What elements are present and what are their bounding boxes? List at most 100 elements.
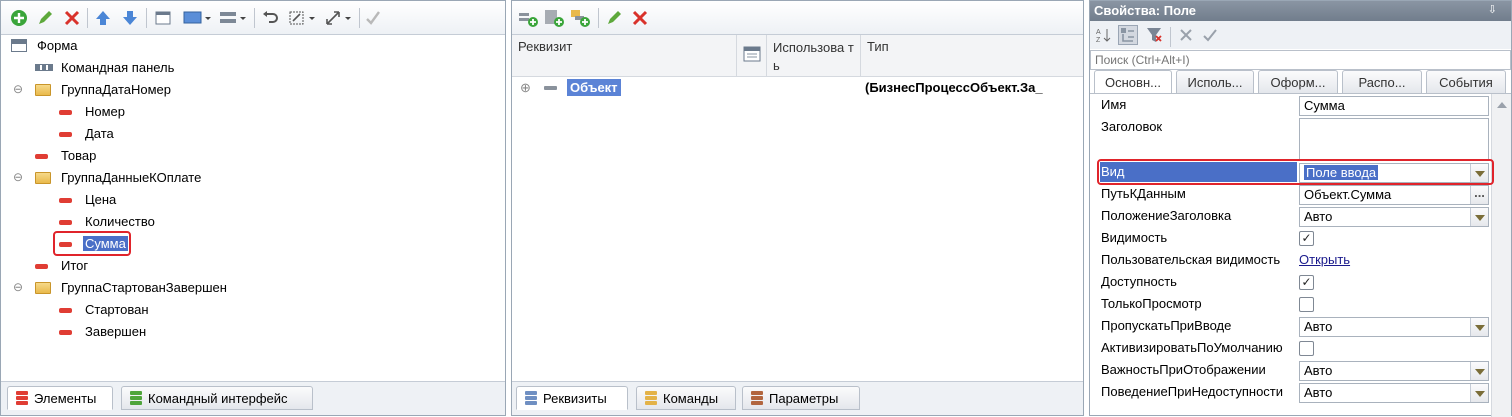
add-icon[interactable] xyxy=(9,8,29,28)
add-folder-icon[interactable] xyxy=(570,8,590,28)
attribute-row[interactable]: ⊕ Объект (БизнесПроцессОбъект.За_ xyxy=(512,77,1083,99)
elements-tab-icon xyxy=(16,391,28,405)
layout-icon[interactable] xyxy=(219,8,249,28)
edit-icon[interactable] xyxy=(604,8,624,28)
properties-tab[interactable]: Основн... xyxy=(1094,70,1172,94)
property-checkbox[interactable]: ✓ xyxy=(1299,275,1314,290)
display-icon[interactable] xyxy=(183,8,213,28)
property-input[interactable] xyxy=(1299,118,1489,161)
sort-alphabetical-icon[interactable]: AZ xyxy=(1094,25,1114,45)
move-down-icon[interactable] xyxy=(120,8,140,28)
tab-elements[interactable]: Элементы xyxy=(7,386,113,410)
scroll-up-arrow[interactable] xyxy=(1497,102,1507,108)
column-header-type[interactable]: Тип xyxy=(861,35,1083,77)
property-select[interactable]: Авто xyxy=(1299,317,1489,337)
property-row: Имя Сумма xyxy=(1090,94,1490,116)
delete-icon[interactable] xyxy=(630,8,650,28)
folder-icon xyxy=(35,84,51,96)
properties-grid: Имя Сумма Заголовок Вид Поле ввода ПутьКДанны… xyxy=(1090,94,1494,417)
property-label: ПоложениеЗаголовка xyxy=(1101,208,1232,223)
column-label: Реквизит xyxy=(518,39,573,54)
property-input[interactable]: Объект.Сумма... xyxy=(1299,185,1489,205)
property-select[interactable]: Авто xyxy=(1299,383,1489,403)
column-label: Тип xyxy=(867,39,889,54)
column-header-use[interactable]: Использова ть xyxy=(767,35,861,77)
form-icon xyxy=(11,39,27,52)
property-row: ПоложениеЗаголовка Авто xyxy=(1090,205,1490,227)
edit-icon[interactable] xyxy=(35,8,55,28)
dropdown-arrow-icon[interactable] xyxy=(1470,318,1488,336)
property-row: Пользовательская видимость Открыть xyxy=(1090,249,1490,271)
svg-text:Z: Z xyxy=(1096,37,1101,44)
tree-item-label: Форма xyxy=(37,38,78,53)
close-icon[interactable] xyxy=(1176,25,1196,45)
add-column-icon[interactable] xyxy=(544,8,564,28)
expand-toggle[interactable]: ⊕ xyxy=(520,80,531,96)
open-link[interactable]: Открыть xyxy=(1299,252,1350,267)
add-attribute-icon[interactable] xyxy=(518,8,538,28)
tree-item-label: Командная панель xyxy=(61,60,175,75)
search-input[interactable] xyxy=(1090,50,1511,70)
commands-tab-icon xyxy=(645,391,657,405)
properties-tab[interactable]: События xyxy=(1426,70,1506,94)
resize-icon[interactable] xyxy=(288,8,318,28)
filter-icon[interactable] xyxy=(1144,25,1164,45)
property-row: ПропускатьПриВводе Авто xyxy=(1090,315,1490,337)
property-checkbox[interactable] xyxy=(1299,297,1314,312)
check-icon[interactable] xyxy=(1200,25,1220,45)
column-header-attribute[interactable]: Реквизит xyxy=(512,35,737,77)
highlight-box xyxy=(1097,159,1494,185)
tab-label: Реквизиты xyxy=(543,390,607,406)
property-label: Заголовок xyxy=(1101,119,1163,134)
attribute-icon xyxy=(35,264,48,269)
tree-item-label: ГруппаДанныеКОплате xyxy=(61,170,202,185)
folder-icon xyxy=(35,172,51,184)
command-bar-icon xyxy=(35,64,53,71)
property-select[interactable]: Авто xyxy=(1299,361,1489,381)
dropdown-arrow-icon[interactable] xyxy=(1470,208,1488,226)
form-settings-icon[interactable] xyxy=(153,8,173,28)
property-label: ПоведениеПриНедоступности xyxy=(1101,384,1284,399)
expand-icon[interactable] xyxy=(324,8,354,28)
tree-item-label: Сумма xyxy=(83,236,128,251)
categorized-view-icon[interactable] xyxy=(1118,25,1138,45)
tab-command-interface[interactable]: Командный интерфейс xyxy=(121,386,313,410)
properties-tab[interactable]: Распо... xyxy=(1342,70,1422,94)
dropdown-arrow-icon[interactable] xyxy=(1470,362,1488,380)
ellipsis-button[interactable]: ... xyxy=(1470,186,1488,204)
move-up-icon[interactable] xyxy=(93,8,113,28)
collapse-toggle[interactable]: ⊖ xyxy=(13,170,23,184)
attributes-pane: Реквизит Использова ть Тип ⊕ Объект (Биз… xyxy=(511,0,1084,416)
tree-item-label: Цена xyxy=(85,192,117,207)
property-select[interactable]: Авто xyxy=(1299,207,1489,227)
elements-bottom-tabs: Элементы Командный интерфейс xyxy=(1,381,505,415)
properties-tab[interactable]: Исполь... xyxy=(1176,70,1254,94)
delete-icon[interactable] xyxy=(62,8,82,28)
dropdown-arrow-icon[interactable] xyxy=(1470,384,1488,402)
collapse-toggle[interactable]: ⊖ xyxy=(13,280,23,294)
property-checkbox[interactable]: ✓ xyxy=(1299,231,1314,246)
property-row: Заголовок xyxy=(1090,116,1490,161)
tab-attributes[interactable]: Реквизиты xyxy=(516,386,628,410)
attributes-tab-icon xyxy=(525,391,537,405)
property-row: Видимость ✓ xyxy=(1090,227,1490,249)
attribute-type: (БизнесПроцессОбъект.За_ xyxy=(865,80,1043,95)
collapse-toggle[interactable]: ⊖ xyxy=(13,82,23,96)
property-checkbox[interactable] xyxy=(1299,341,1314,356)
tab-commands[interactable]: Команды xyxy=(636,386,736,410)
undo-icon[interactable] xyxy=(261,8,281,28)
property-row: ПутьКДанным Объект.Сумма... xyxy=(1090,183,1490,205)
property-label: Пользовательская видимость xyxy=(1101,252,1281,267)
pin-icon[interactable]: ⇩ xyxy=(1488,3,1497,16)
tree-item-label: Дата xyxy=(85,126,114,141)
check-icon[interactable] xyxy=(363,8,383,28)
property-row: Доступность ✓ xyxy=(1090,271,1490,293)
vertical-scrollbar[interactable] xyxy=(1491,94,1511,417)
properties-tab[interactable]: Оформ... xyxy=(1258,70,1338,94)
tree-item-label: Номер xyxy=(85,104,126,119)
column-header-icon xyxy=(737,35,767,77)
property-input[interactable]: Сумма xyxy=(1299,96,1489,116)
tab-parameters[interactable]: Параметры xyxy=(742,386,860,410)
table-icon xyxy=(743,46,761,62)
property-row: Вид Поле ввода xyxy=(1090,159,1494,185)
